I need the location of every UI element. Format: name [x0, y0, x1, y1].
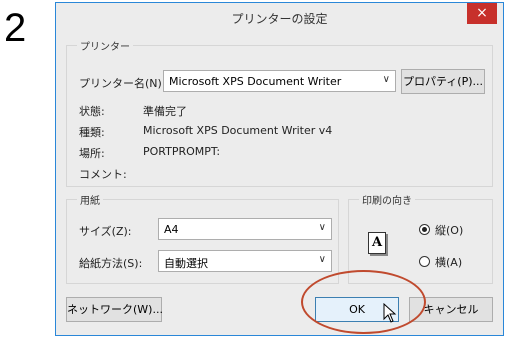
paper-source-value: 自動選択 — [164, 257, 208, 270]
dialog-title: プリンターの設定 — [231, 12, 328, 26]
paper-group-label: 用紙 — [77, 192, 103, 207]
paper-source-label: 給紙方法(S): — [79, 257, 143, 270]
landscape-label[interactable]: 横(A) — [435, 254, 462, 270]
chevron-down-icon: ∨ — [318, 222, 326, 233]
paper-source-select[interactable]: 自動選択 ∨ — [158, 250, 332, 272]
cancel-button[interactable]: キャンセル — [409, 297, 493, 322]
paper-size-select[interactable]: A4 ∨ — [158, 218, 332, 240]
where-value: PORTPROMPT: — [143, 145, 221, 158]
orientation-group-label: 印刷の向き — [359, 192, 415, 207]
printer-group: プリンター プリンター名(N): Microsoft XPS Document … — [66, 38, 493, 187]
network-button[interactable]: ネットワーク(W)... — [66, 297, 163, 322]
printer-name-value: Microsoft XPS Document Writer — [169, 75, 342, 88]
portrait-label[interactable]: 縦(O) — [435, 222, 463, 238]
mouse-cursor-icon — [383, 303, 397, 323]
printer-name-label: プリンター名(N): — [79, 77, 166, 90]
step-number: 2 — [4, 6, 27, 50]
comment-label: コメント: — [79, 168, 127, 181]
chevron-down-icon: ∨ — [318, 254, 326, 265]
type-label: 種類: — [79, 126, 105, 139]
where-label: 場所: — [79, 147, 105, 160]
close-icon: × — [476, 5, 488, 21]
type-value: Microsoft XPS Document Writer v4 — [143, 124, 333, 137]
close-button[interactable]: × — [467, 3, 497, 24]
printer-group-label: プリンター — [77, 38, 133, 53]
portrait-radio[interactable] — [419, 224, 430, 235]
printer-settings-dialog: プリンターの設定 × プリンター プリンター名(N): Microsoft XP… — [55, 2, 504, 336]
status-value: 準備完了 — [143, 105, 187, 118]
paper-group: 用紙 サイズ(Z): A4 ∨ 給紙方法(S): 自動選択 ∨ — [66, 192, 339, 284]
title-bar: プリンターの設定 × — [56, 3, 503, 33]
status-label: 状態: — [79, 105, 105, 118]
paper-size-label: サイズ(Z): — [79, 225, 132, 238]
orientation-group: 印刷の向き A 縦(O) 横(A) — [348, 192, 493, 284]
chevron-down-icon: ∨ — [382, 74, 390, 85]
radio-selected-dot — [422, 227, 427, 232]
page-orientation-icon: A — [368, 232, 386, 254]
properties-button[interactable]: プロパティ(P)... — [401, 69, 485, 94]
landscape-radio[interactable] — [419, 256, 430, 267]
paper-size-value: A4 — [164, 223, 179, 236]
printer-name-select[interactable]: Microsoft XPS Document Writer ∨ — [163, 70, 396, 92]
